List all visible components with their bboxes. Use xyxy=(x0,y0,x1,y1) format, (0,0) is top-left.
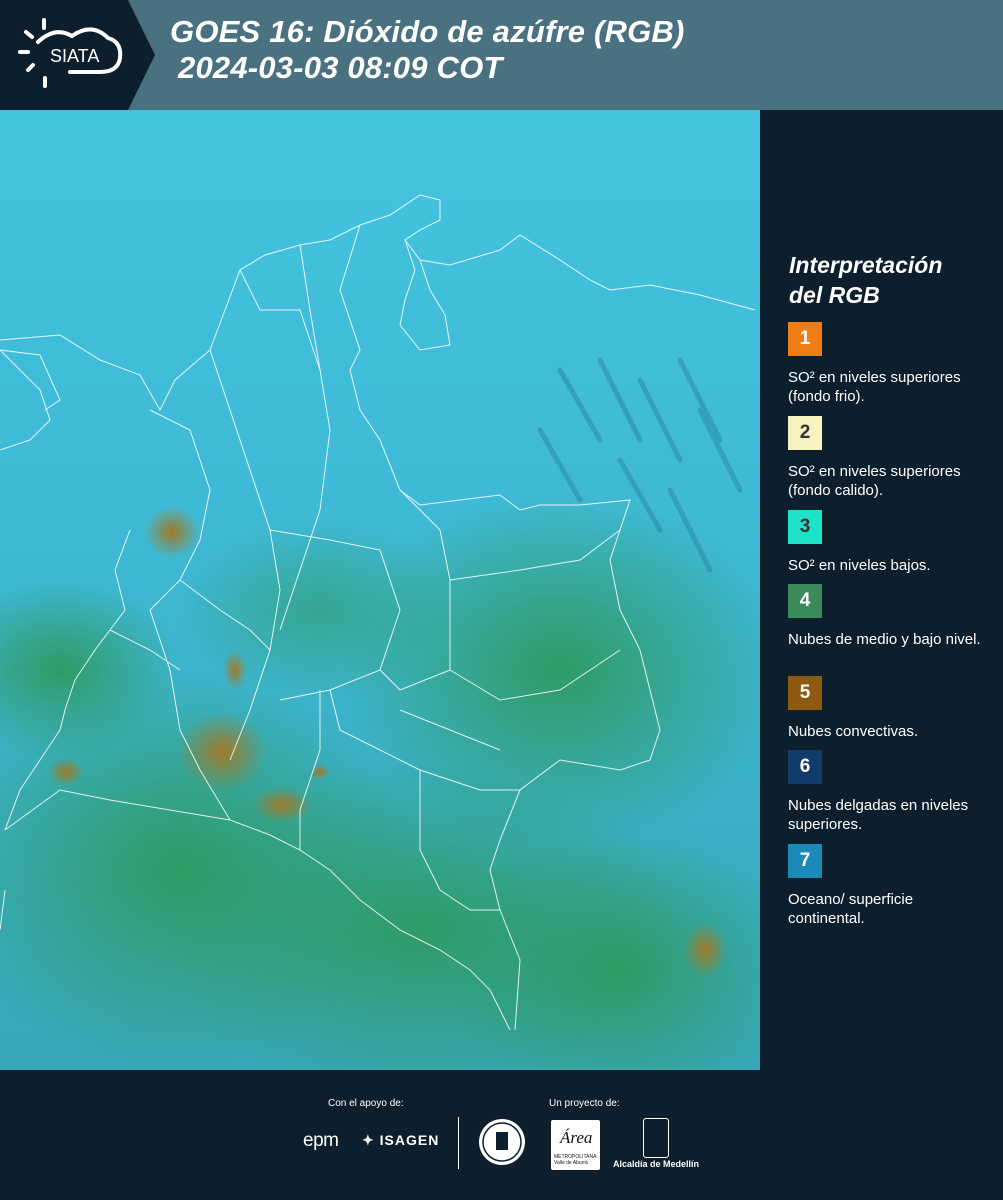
university-seal-icon[interactable] xyxy=(478,1118,526,1171)
isagen-icon: ✦ xyxy=(362,1132,375,1148)
legend-item-2: 2 SO² en niveles superiores (fondo calid… xyxy=(788,416,988,500)
title-line1: GOES 16: Dióxido de azúfre (RGB) xyxy=(170,14,685,49)
legend-title: Interpretación del RGB xyxy=(789,250,942,310)
legend-label-5: Nubes convectivas. xyxy=(788,723,919,740)
footer-divider xyxy=(458,1117,459,1169)
legend-item-4: 4 Nubes de medio y bajo nivel. xyxy=(788,584,988,649)
swatch-1: 1 xyxy=(788,322,822,356)
area-metropolitana-logo[interactable]: Área METROPOLITANA Valle de Aburrá xyxy=(551,1120,600,1170)
legend-label-4: Nubes de medio y bajo nivel. xyxy=(788,631,981,648)
swatch-5: 5 xyxy=(788,676,822,710)
legend: Interpretación del RGB 1 SO² en niveles … xyxy=(775,110,995,1070)
support-label: Con el apoyo de: xyxy=(328,1098,404,1109)
legend-item-1: 1 SO² en niveles superiores (fondo frio)… xyxy=(788,322,988,406)
page-title: GOES 16: Dióxido de azúfre (RGB) 2024-03… xyxy=(170,14,685,86)
area-sub: METROPOLITANA Valle de Aburrá xyxy=(554,1154,597,1166)
legend-item-6: 6 Nubes delgadas en niveles superiores. xyxy=(788,750,988,834)
footer: Con el apoyo de: Un proyecto de: epm ✦ I… xyxy=(0,1070,1003,1200)
legend-item-3: 3 SO² en niveles bajos. xyxy=(788,510,988,575)
legend-label-3: SO² en niveles bajos. xyxy=(788,557,931,574)
isagen-logo[interactable]: ✦ ISAGEN xyxy=(362,1132,439,1149)
swatch-4: 4 xyxy=(788,584,822,618)
legend-label-6: Nubes delgadas en niveles superiores. xyxy=(788,797,969,833)
legend-item-5: 5 Nubes convectivas. xyxy=(788,676,988,741)
legend-label-1: SO² en niveles superiores (fondo frio). xyxy=(788,369,961,405)
alcaldia-building-icon[interactable] xyxy=(643,1118,669,1158)
isagen-label: ISAGEN xyxy=(379,1132,440,1148)
header: SIATA GOES 16: Dióxido de azúfre (RGB) 2… xyxy=(0,0,1003,110)
swatch-7: 7 xyxy=(788,844,822,878)
swatch-2: 2 xyxy=(788,416,822,450)
satellite-map[interactable] xyxy=(0,110,760,1070)
legend-label-2: SO² en niveles superiores (fondo calido)… xyxy=(788,463,961,499)
epm-logo[interactable]: epm xyxy=(303,1130,339,1152)
title-line2: 2024-03-03 08:09 COT xyxy=(178,50,503,85)
logo-text: SIATA xyxy=(50,46,99,66)
swatch-6: 6 xyxy=(788,750,822,784)
project-label: Un proyecto de: xyxy=(549,1098,620,1109)
swatch-3: 3 xyxy=(788,510,822,544)
legend-title-line2: del RGB xyxy=(789,282,880,308)
legend-title-line1: Interpretación xyxy=(789,252,943,278)
legend-label-7: Oceano/ superficie continental. xyxy=(788,891,914,927)
alcaldia-label: Alcaldía de Medellín xyxy=(613,1159,700,1169)
legend-item-7: 7 Oceano/ superficie continental. xyxy=(788,844,988,928)
siata-logo[interactable]: SIATA xyxy=(0,0,155,110)
area-text: Área xyxy=(560,1128,593,1147)
